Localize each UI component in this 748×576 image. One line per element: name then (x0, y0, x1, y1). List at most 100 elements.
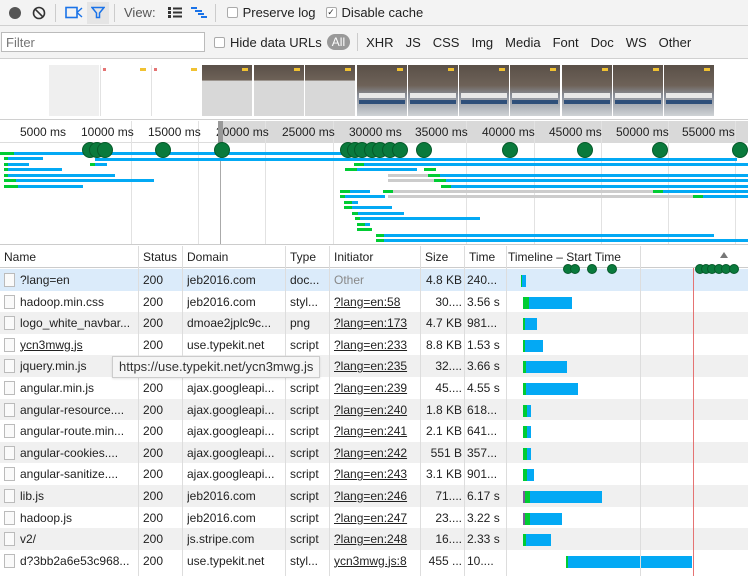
filmstrip-frame[interactable] (49, 65, 99, 116)
cell-initiator[interactable]: ?lang=en:173 (334, 316, 418, 330)
filmstrip-frame[interactable] (510, 65, 560, 116)
cell-initiator[interactable]: ?lang=en:247 (334, 511, 418, 525)
overview-event-marker (97, 142, 113, 158)
filmstrip-frame[interactable] (151, 65, 201, 116)
filmstrip-frame[interactable] (562, 65, 612, 116)
type-filter-xhr[interactable]: XHR (366, 35, 393, 50)
filmstrip-frame[interactable] (613, 65, 663, 116)
type-filter-ws[interactable]: WS (626, 35, 647, 50)
cell-name[interactable]: logo_white_navbar... (20, 316, 135, 330)
column-divider[interactable] (138, 246, 139, 576)
type-filter-media[interactable]: Media (505, 35, 540, 50)
cell-initiator[interactable]: ?lang=en:235 (334, 359, 418, 373)
cell-initiator[interactable]: ycn3mwg.js:8 (334, 554, 418, 568)
type-filter-font[interactable]: Font (553, 35, 579, 50)
cell-name[interactable]: ycn3mwg.js (20, 338, 135, 352)
column-divider[interactable] (329, 246, 330, 576)
network-overview[interactable]: 5000 ms 10000 ms 15000 ms 20000 ms 25000… (0, 121, 748, 245)
column-header-time[interactable]: Time (469, 250, 495, 264)
filmstrip-frame[interactable] (664, 65, 714, 116)
filmstrip-frame[interactable] (459, 65, 509, 116)
cell-initiator[interactable]: ?lang=en:248 (334, 532, 418, 546)
column-divider[interactable] (285, 246, 286, 576)
cell-size: 71.... (435, 489, 462, 503)
table-row[interactable]: logo_white_navbar... 200 dmoae2jplc9c... pn… (0, 312, 748, 334)
cell-initiator[interactable]: ?lang=en:246 (334, 489, 418, 503)
filmstrip-frame[interactable] (100, 65, 150, 116)
waterfall-button[interactable] (188, 2, 210, 24)
cell-name[interactable]: angular-resource.... (20, 403, 135, 417)
table-row[interactable]: angular.min.js 200 ajax.googleapi... script… (0, 377, 748, 399)
cell-name[interactable]: angular-sanitize.... (20, 467, 135, 481)
filmstrip-frame[interactable] (254, 65, 304, 116)
table-row[interactable]: v2/200 js.stripe.com script ?lang=en:248 16.… (0, 528, 748, 550)
timeline-receiving-segment (527, 404, 531, 417)
column-divider[interactable] (420, 246, 421, 576)
disable-cache-checkbox[interactable]: ✓ Disable cache (325, 5, 423, 20)
filmstrip-frame[interactable] (202, 65, 252, 116)
cell-name[interactable]: angular.min.js (20, 381, 135, 395)
type-filter-other[interactable]: Other (659, 35, 692, 50)
preserve-log-checkbox-box[interactable] (226, 7, 238, 18)
table-row[interactable]: angular-resource.... 200 ajax.googleapi...… (0, 398, 748, 421)
cell-name[interactable]: d?3bb2a6e53c968... (20, 554, 135, 568)
timeline-receiving-segment (526, 534, 551, 547)
cell-name[interactable]: angular-route.min... (20, 424, 135, 438)
preserve-log-checkbox[interactable]: Preserve log (226, 5, 316, 20)
cell-name[interactable]: hadoop.js (20, 511, 135, 525)
type-filter-all[interactable]: All (326, 34, 351, 50)
column-divider[interactable] (182, 246, 183, 576)
cell-name[interactable]: ?lang=en (20, 273, 135, 287)
clear-button[interactable] (28, 2, 50, 24)
table-row[interactable]: ?lang=en 200 jeb2016.com doc... Other 4.8 KB 2… (0, 269, 748, 291)
hide-data-urls-checkbox-box[interactable] (214, 36, 225, 48)
filter-input[interactable] (1, 32, 205, 52)
column-header-timeline[interactable]: Timeline – Start Time (508, 250, 621, 264)
column-header-size[interactable]: Size (425, 250, 448, 264)
cell-initiator[interactable]: ?lang=en:241 (334, 424, 418, 438)
column-divider[interactable] (464, 246, 465, 576)
hide-data-urls-checkbox[interactable]: Hide data URLs (214, 35, 322, 50)
table-row[interactable]: angular-cookies.... 200 ajax.googleapi... s… (0, 441, 748, 464)
column-header-initiator[interactable]: Initiator (334, 250, 373, 264)
type-filter-img[interactable]: Img (471, 35, 493, 50)
column-header-status[interactable]: Status (143, 250, 177, 264)
record-button[interactable] (4, 2, 26, 24)
column-header-name[interactable]: Name (4, 250, 36, 264)
column-header-type[interactable]: Type (290, 250, 316, 264)
type-filter-js[interactable]: JS (406, 35, 421, 50)
table-row[interactable]: hadoop.min.css 200 jeb2016.com styl... ?lang… (0, 290, 748, 313)
cell-name[interactable]: lib.js (20, 489, 135, 503)
capture-screenshots-button[interactable] (63, 2, 85, 24)
overview-request-bar (446, 179, 748, 182)
disable-cache-checkbox-box[interactable]: ✓ (325, 7, 337, 18)
cell-name[interactable]: v2/ (20, 532, 135, 546)
type-filter-doc[interactable]: Doc (591, 35, 614, 50)
cell-name[interactable]: angular-cookies.... (20, 446, 135, 460)
filmstrip-frame[interactable] (357, 65, 407, 116)
large-rows-button[interactable] (164, 2, 186, 24)
cell-name[interactable]: hadoop.min.css (20, 295, 135, 309)
table-row[interactable]: angular-sanitize.... 200 ajax.googleapi...… (0, 463, 748, 485)
cell-initiator[interactable]: ?lang=en:243 (334, 467, 418, 481)
cell-initiator[interactable]: ?lang=en:242 (334, 446, 418, 460)
table-row[interactable]: ycn3mwg.js 200 use.typekit.net script ?lang=… (0, 333, 748, 356)
cell-time: 6.17 s (467, 489, 500, 503)
table-row[interactable]: angular-route.min... 200 ajax.googleapi...… (0, 420, 748, 442)
table-row[interactable]: d?3bb2a6e53c968... 200 use.typekit.net styl… (0, 549, 748, 572)
cell-type: styl... (290, 553, 319, 568)
cell-initiator[interactable]: ?lang=en:239 (334, 381, 418, 395)
overview-range-handle[interactable] (218, 121, 223, 143)
filter-button[interactable] (87, 1, 109, 24)
filmstrip-frame[interactable] (305, 65, 355, 116)
cell-initiator[interactable]: ?lang=en:58 (334, 295, 418, 309)
cell-initiator[interactable]: ?lang=en:233 (334, 338, 418, 352)
filmstrip-frame[interactable] (408, 65, 458, 116)
table-row[interactable]: hadoop.js 200 jeb2016.com script ?lang=en:24… (0, 506, 748, 529)
column-divider[interactable] (506, 246, 507, 576)
type-filter-css[interactable]: CSS (433, 35, 460, 50)
column-header-domain[interactable]: Domain (187, 250, 228, 264)
table-row[interactable]: lib.js 200 jeb2016.com script ?lang=en:246 71… (0, 485, 748, 507)
cell-initiator[interactable]: ?lang=en:240 (334, 403, 418, 417)
cell-initiator[interactable]: Other (334, 273, 418, 287)
